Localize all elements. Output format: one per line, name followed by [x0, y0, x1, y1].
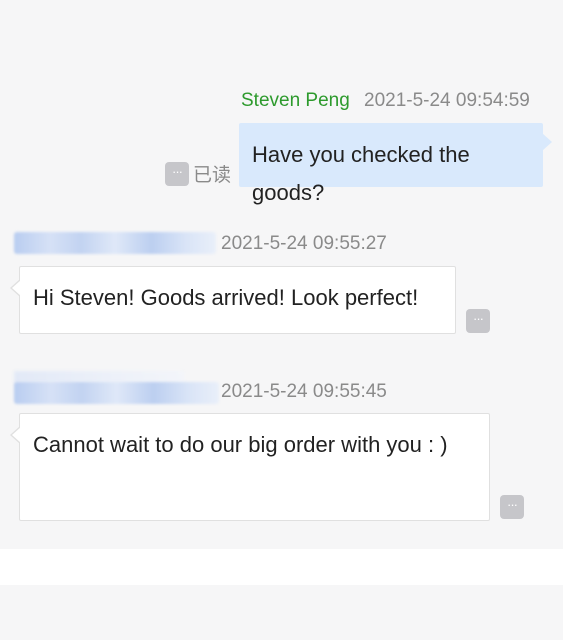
outgoing-message-bubble[interactable]: Have you checked the goods? [239, 123, 552, 205]
message-more-button[interactable]: ··· [500, 495, 524, 519]
message-timestamp: 2021-5-24 09:55:45 [221, 381, 387, 402]
message-timestamp: 2021-5-24 09:55:27 [221, 233, 387, 254]
input-area-divider [0, 549, 563, 585]
ellipsis-icon: ··· [473, 311, 484, 326]
message-text: Hi Steven! Goods arrived! Look perfect! [33, 285, 419, 310]
ellipsis-icon: ··· [172, 164, 183, 179]
message-more-button[interactable]: ··· [466, 309, 490, 333]
message-text: Cannot wait to do our big order with you… [33, 432, 448, 457]
message-text: Have you checked the goods? [252, 142, 470, 205]
chat-message-area: Steven Peng 2021-5-24 09:54:59 Have you … [0, 0, 563, 549]
redacted-sender-name [14, 382, 219, 404]
ellipsis-icon: ··· [507, 497, 518, 512]
message-more-button[interactable]: ··· [165, 162, 189, 186]
message-timestamp: 2021-5-24 09:54:59 [364, 90, 530, 111]
redacted-sender-name [14, 232, 216, 254]
incoming-message-bubble[interactable]: Hi Steven! Goods arrived! Look perfect! [10, 266, 456, 334]
message-input-area[interactable] [0, 585, 563, 640]
incoming-message-bubble[interactable]: Cannot wait to do our big order with you… [10, 413, 490, 521]
sender-name[interactable]: Steven Peng [241, 90, 350, 112]
read-status-label: 已读 [193, 165, 232, 186]
